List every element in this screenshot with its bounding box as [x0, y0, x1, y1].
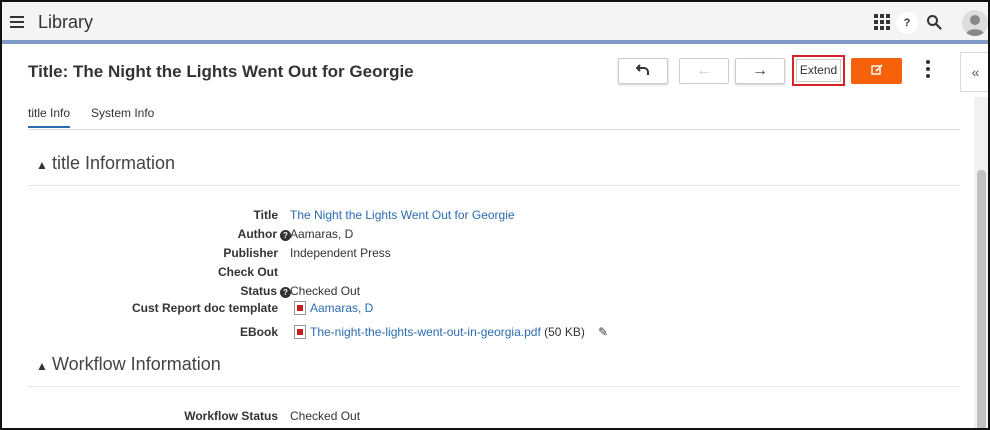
apps-grid-icon[interactable]: [874, 14, 890, 30]
field-label-author: Author?: [238, 227, 291, 241]
section-header-title-info[interactable]: ▲ title Information: [28, 146, 960, 186]
field-label-checkout: Check Out: [217, 265, 278, 279]
ebook-file-size: (50 KB): [544, 325, 585, 339]
app-window: Library ? Title: The Night the Lights We…: [0, 0, 990, 430]
hamburger-icon[interactable]: [10, 16, 24, 28]
collapse-panel-button[interactable]: «: [960, 52, 988, 92]
field-value-ebook: The-night-the-lights-went-out-in-georgia…: [294, 325, 608, 339]
field-value-title[interactable]: The Night the Lights Went Out for Georgi…: [290, 208, 515, 222]
cust-report-link[interactable]: Aamaras, D: [310, 301, 373, 315]
field-label-workflow-status: Workflow Status: [184, 409, 278, 423]
author-label-text: Author: [237, 227, 277, 241]
field-value-status: Checked Out: [290, 284, 361, 298]
arrow-left-icon: ←: [696, 62, 712, 79]
extend-button-label: Extend: [796, 59, 841, 82]
arrow-right-icon: →: [752, 62, 768, 79]
edit-button[interactable]: [851, 58, 902, 84]
field-value-author: Aamaras, D: [290, 227, 354, 241]
field-value-cust-report: Aamaras, D: [294, 301, 373, 315]
field-value-publisher: Independent Press: [290, 246, 391, 260]
previous-button[interactable]: ←: [679, 58, 729, 84]
app-title: Library: [38, 12, 94, 32]
page-title: Title: The Night the Lights Went Out for…: [28, 62, 414, 81]
back-button[interactable]: [618, 58, 668, 84]
undo-arrow-icon: [635, 64, 649, 75]
chevron-up-icon: ▲: [36, 359, 48, 373]
top-bar: Library ?: [2, 2, 988, 44]
tab-system-info[interactable]: System Info: [91, 106, 154, 126]
field-label-cust-report: Cust Report doc template: [131, 301, 278, 315]
more-options-icon[interactable]: [924, 60, 932, 80]
search-icon[interactable]: [926, 14, 942, 30]
chevron-up-icon: ▲: [36, 158, 48, 172]
next-button[interactable]: →: [735, 58, 785, 84]
tab-bar: title Info System Info: [28, 100, 960, 130]
user-avatar-icon[interactable]: [962, 10, 988, 36]
section-header-workflow-info[interactable]: ▲ Workflow Information: [28, 347, 960, 387]
edit-icon: [870, 64, 883, 75]
field-label-title: Title: [253, 208, 278, 222]
pdf-file-icon: [294, 325, 306, 339]
field-label-publisher: Publisher: [223, 246, 278, 260]
section-title: title Information: [52, 153, 176, 173]
pdf-file-icon: [294, 301, 306, 315]
pencil-icon[interactable]: ✎: [598, 325, 608, 339]
status-label-text: Status: [240, 284, 277, 298]
extend-button[interactable]: Extend: [792, 55, 845, 86]
tab-title-info[interactable]: title Info: [28, 106, 71, 128]
help-icon[interactable]: ?: [896, 12, 918, 34]
section-title: Workflow Information: [52, 354, 221, 374]
scrollbar-thumb[interactable]: [977, 170, 986, 428]
field-value-workflow-status: Checked Out: [290, 409, 361, 423]
ebook-file-link[interactable]: The-night-the-lights-went-out-in-georgia…: [310, 325, 541, 339]
field-label-ebook: EBook: [239, 325, 278, 339]
field-label-status: Status?: [240, 284, 291, 298]
